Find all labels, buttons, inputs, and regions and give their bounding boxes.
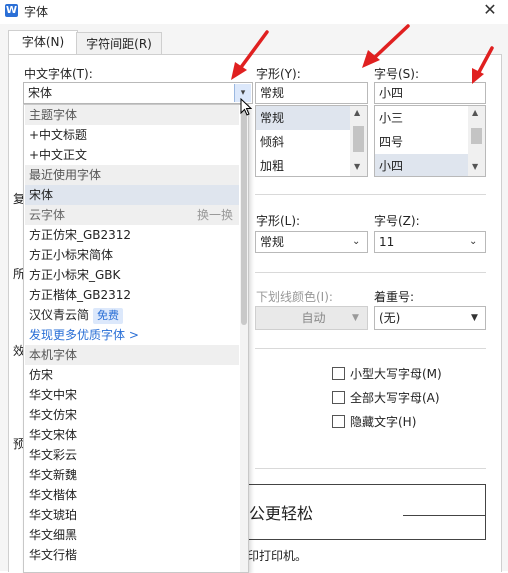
underline-color-combo[interactable]: 自动 ▼ [255,306,368,330]
all-caps-checkbox[interactable] [332,391,345,404]
cloud-font-header: 云字体 [29,208,66,222]
all-caps-label: 全部大写字母(A) [350,391,440,405]
emphasis-label: 着重号: [374,290,415,304]
font-option[interactable]: 华文新魏 [25,465,239,485]
dropdown-scroll-thumb[interactable] [241,111,247,325]
scroll-down-icon[interactable]: ▼ [472,162,478,171]
font-style-scrollbar[interactable]: ▲ ▼ [350,106,367,176]
dropdown-section-header: 主题字体 [25,105,239,125]
font-option-label: 汉仪青云简 [29,308,90,322]
font-option[interactable]: 方正小标宋简体 [25,245,239,265]
dropdown-section-header: 本机字体 [25,345,239,365]
dropdown-scrollbar[interactable] [240,105,248,572]
chinese-font-combo[interactable]: 宋体 [23,82,253,104]
font-option[interactable]: 方正小标宋_GBK [25,265,239,285]
emphasis-combo[interactable]: (无) ▼ [374,306,486,330]
chevron-down-icon[interactable]: ⌄ [352,232,360,252]
latin-font-style-value: 常规 [260,235,285,249]
font-option[interactable]: 华文宋体 [25,425,239,445]
red-arrow-icon [231,30,269,80]
separator [255,194,486,195]
hidden-text-label: 隐藏文字(H) [350,415,417,429]
dropdown-arrow-icon[interactable]: ▼ [471,307,478,329]
small-caps-checkbox[interactable] [332,367,345,380]
scroll-thumb[interactable] [471,128,482,144]
underline-color-value: 自动 [301,311,326,325]
preview-note: 印打印机。 [247,549,308,563]
close-button[interactable]: ✕ [478,0,502,22]
title-bar: W 字体 ✕ [0,0,508,24]
font-option[interactable]: 华文彩云 [25,445,239,465]
latin-font-size-value: 11 [379,235,395,249]
latin-font-size-combo[interactable]: 11 ⌄ [374,231,486,253]
dropdown-arrow-icon: ▼ [352,313,359,323]
font-dropdown-list[interactable]: 主题字体 +中文标题 +中文正文 最近使用字体 宋体 云字体 换一换 方正仿宋_… [23,104,249,573]
font-option[interactable]: 方正楷体_GB2312 [25,285,239,305]
hidden-text-checkbox[interactable] [332,415,345,428]
chinese-font-value: 宋体 [28,86,53,100]
font-option[interactable]: 汉仪青云简 免费 [25,305,239,325]
latin-font-size-label: 字号(Z): [374,214,420,228]
red-arrow-icon [362,24,410,68]
preview-box: 办公更轻松 [232,484,486,540]
separator [255,468,486,469]
font-option[interactable]: 华文仿宋 [25,405,239,425]
font-option[interactable]: 华文细黑 [25,525,239,545]
refresh-fonts-link[interactable]: 换一换 [197,205,233,225]
dropdown-section-header: 云字体 换一换 [25,205,239,225]
tab-character-spacing[interactable]: 字符间距(R) [76,32,162,55]
scroll-up-icon[interactable]: ▲ [472,108,478,117]
font-option[interactable]: 方正仿宋_GB2312 [25,225,239,245]
mouse-cursor-icon [240,98,252,116]
dropdown-section-header: 最近使用字体 [25,165,239,185]
underline-color-label: 下划线颜色(I): [256,290,333,304]
latin-font-style-combo[interactable]: 常规 ⌄ [255,231,368,253]
scroll-down-icon[interactable]: ▼ [354,162,360,171]
free-badge: 免费 [93,308,124,324]
font-size-scrollbar[interactable]: ▲ ▼ [468,106,485,176]
latin-font-style-label: 字形(L): [256,214,301,228]
font-option-selected[interactable]: 宋体 [25,185,239,205]
separator [255,272,486,273]
separator [255,348,486,349]
font-option[interactable]: 仿宋 [25,365,239,385]
chinese-font-label: 中文字体(T): [24,67,93,81]
small-caps-label: 小型大写字母(M) [350,367,442,381]
font-style-input[interactable]: 常规 [255,82,368,104]
red-arrow-icon [472,46,494,84]
font-option[interactable]: 华文琥珀 [25,505,239,525]
scroll-thumb[interactable] [353,126,364,152]
tab-font[interactable]: 字体(N) [8,30,78,55]
chevron-down-icon[interactable]: ⌄ [469,232,477,252]
font-option[interactable]: 华文中宋 [25,385,239,405]
font-option[interactable]: 华文楷体 [25,485,239,505]
font-option[interactable]: 华文行楷 [25,545,239,565]
window-title: 字体 [24,5,49,19]
font-option[interactable]: +中文标题 [25,125,239,145]
preview-baseline [403,515,485,516]
discover-more-fonts-link[interactable]: 发现更多优质字体 > [25,325,239,345]
emphasis-value: (无) [379,311,401,325]
font-option[interactable]: +中文正文 [25,145,239,165]
wps-app-icon: W [5,4,18,17]
scroll-up-icon[interactable]: ▲ [354,108,360,117]
